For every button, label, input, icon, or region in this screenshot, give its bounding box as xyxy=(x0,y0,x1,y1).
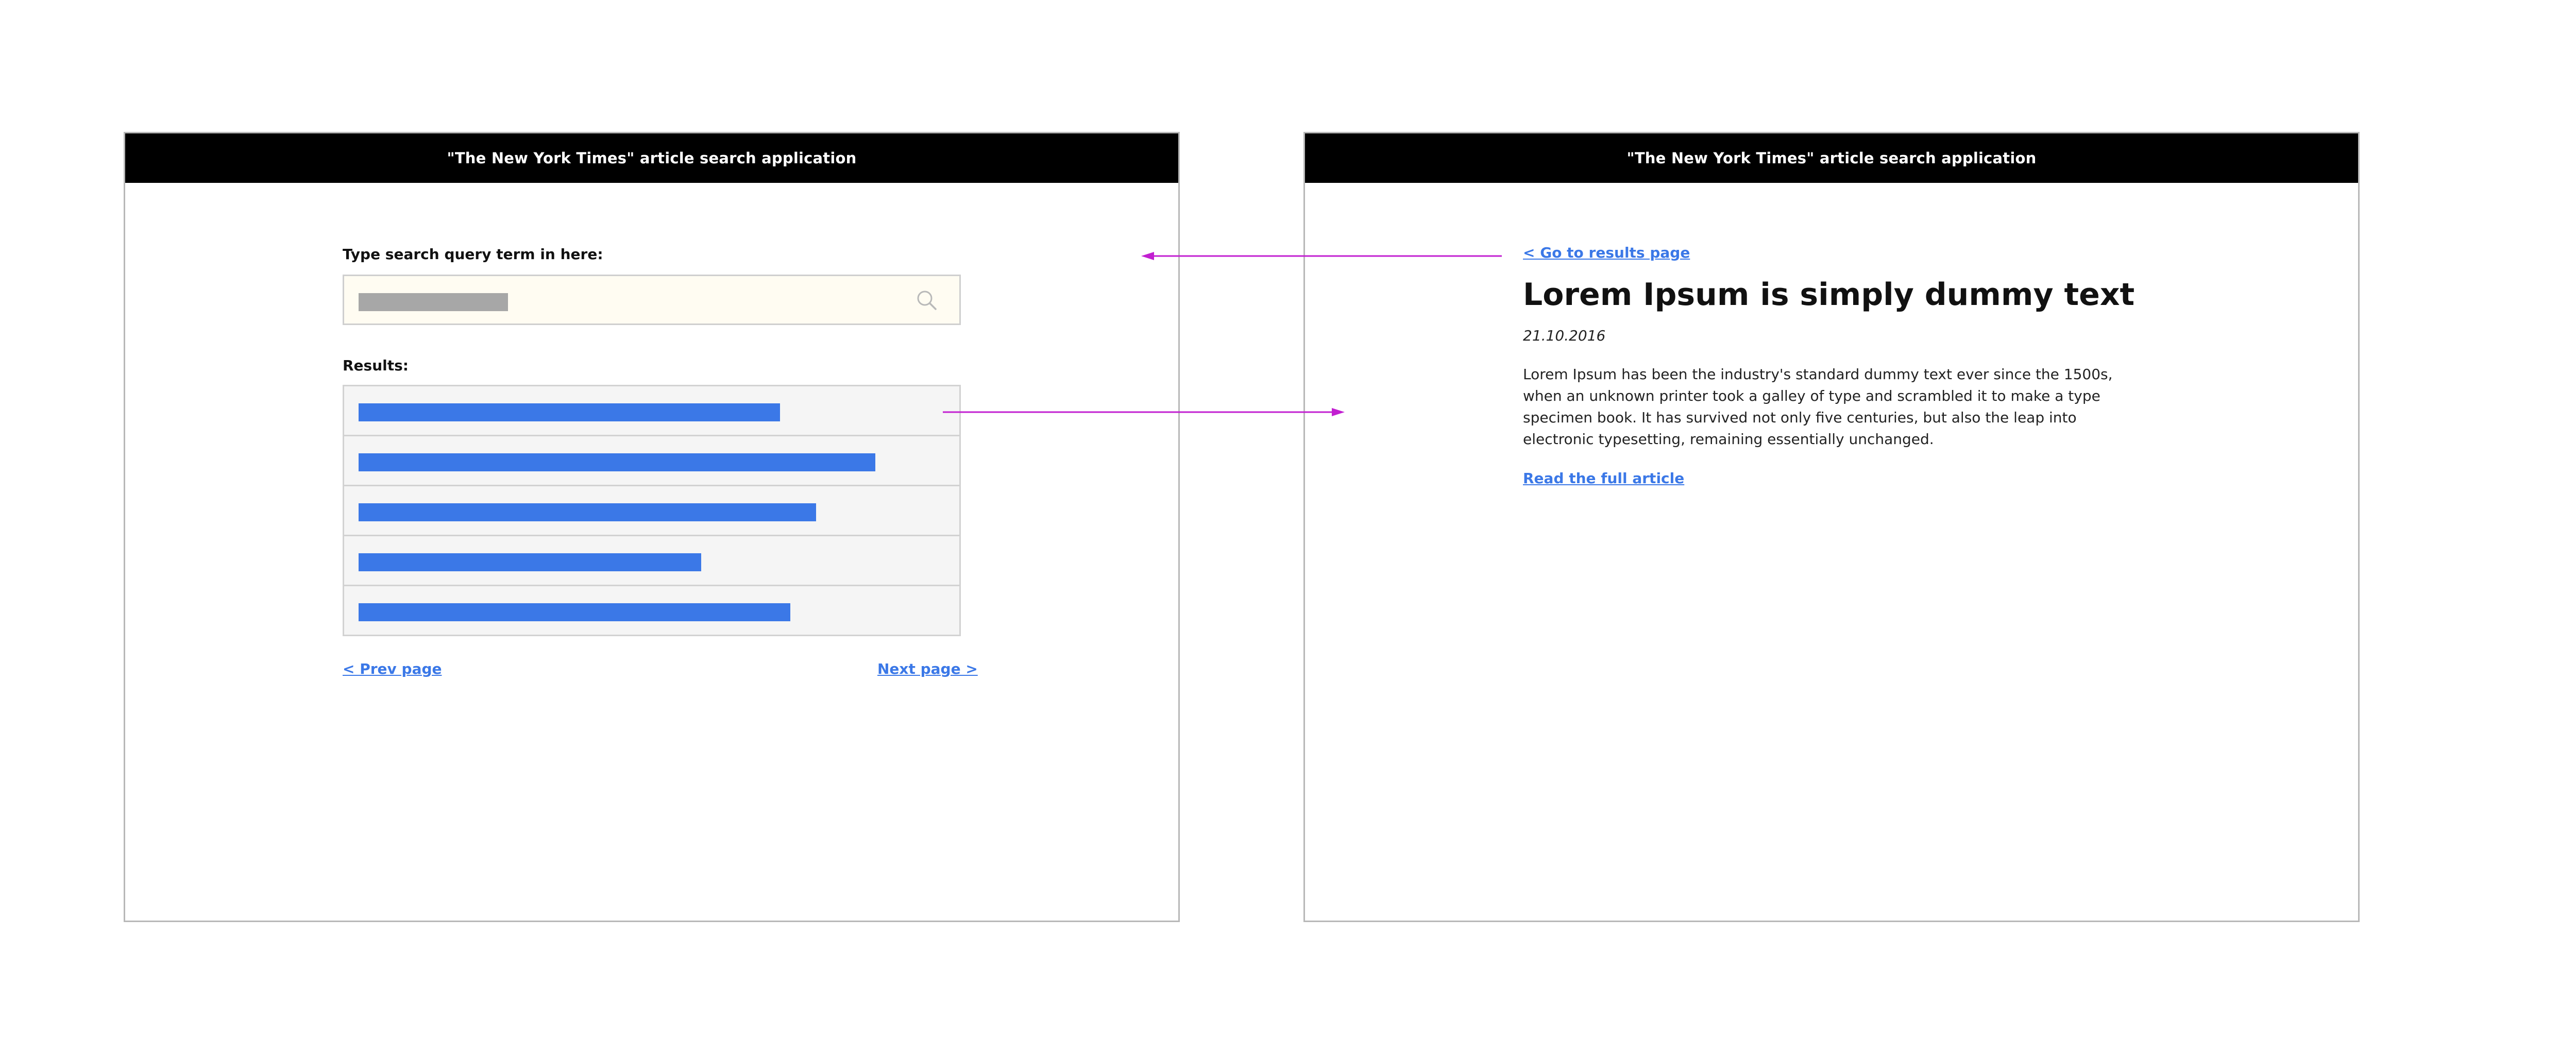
article-date: 21.10.2016 xyxy=(1523,327,1606,344)
article-title: Lorem Ipsum is simply dummy text xyxy=(1523,277,2135,313)
search-placeholder-bar xyxy=(359,293,508,311)
result-row[interactable] xyxy=(343,485,961,536)
search-icon[interactable] xyxy=(915,288,939,312)
app-title: "The New York Times" article search appl… xyxy=(447,149,857,167)
prev-page-link[interactable]: < Prev page xyxy=(343,660,442,677)
result-title-placeholder xyxy=(359,453,875,471)
search-label: Type search query term in here: xyxy=(343,246,603,263)
results-label: Results: xyxy=(343,357,409,374)
next-page-link[interactable]: Next page > xyxy=(877,660,978,677)
article-body: Lorem Ipsum has been the industry's stan… xyxy=(1523,366,2113,448)
result-title-placeholder xyxy=(359,603,790,621)
app-header: "The New York Times" article search appl… xyxy=(125,133,1178,183)
back-to-results-link[interactable]: < Go to results page xyxy=(1523,244,1690,261)
app-title: "The New York Times" article search appl… xyxy=(1626,149,2037,167)
search-input[interactable] xyxy=(343,275,961,325)
result-title-placeholder xyxy=(359,403,780,421)
result-title-placeholder xyxy=(359,503,816,521)
article-content: < Go to results page Lorem Ipsum is simp… xyxy=(1523,244,2141,487)
results-list xyxy=(343,385,961,636)
app-header: "The New York Times" article search appl… xyxy=(1305,133,2358,183)
result-row[interactable] xyxy=(343,535,961,586)
read-full-article-link[interactable]: Read the full article xyxy=(1523,470,1684,487)
result-row[interactable] xyxy=(343,385,961,436)
article-screen-frame: "The New York Times" article search appl… xyxy=(1303,132,2360,922)
search-screen-frame: "The New York Times" article search appl… xyxy=(124,132,1180,922)
result-title-placeholder xyxy=(359,553,701,571)
result-row[interactable] xyxy=(343,585,961,636)
result-row[interactable] xyxy=(343,435,961,486)
